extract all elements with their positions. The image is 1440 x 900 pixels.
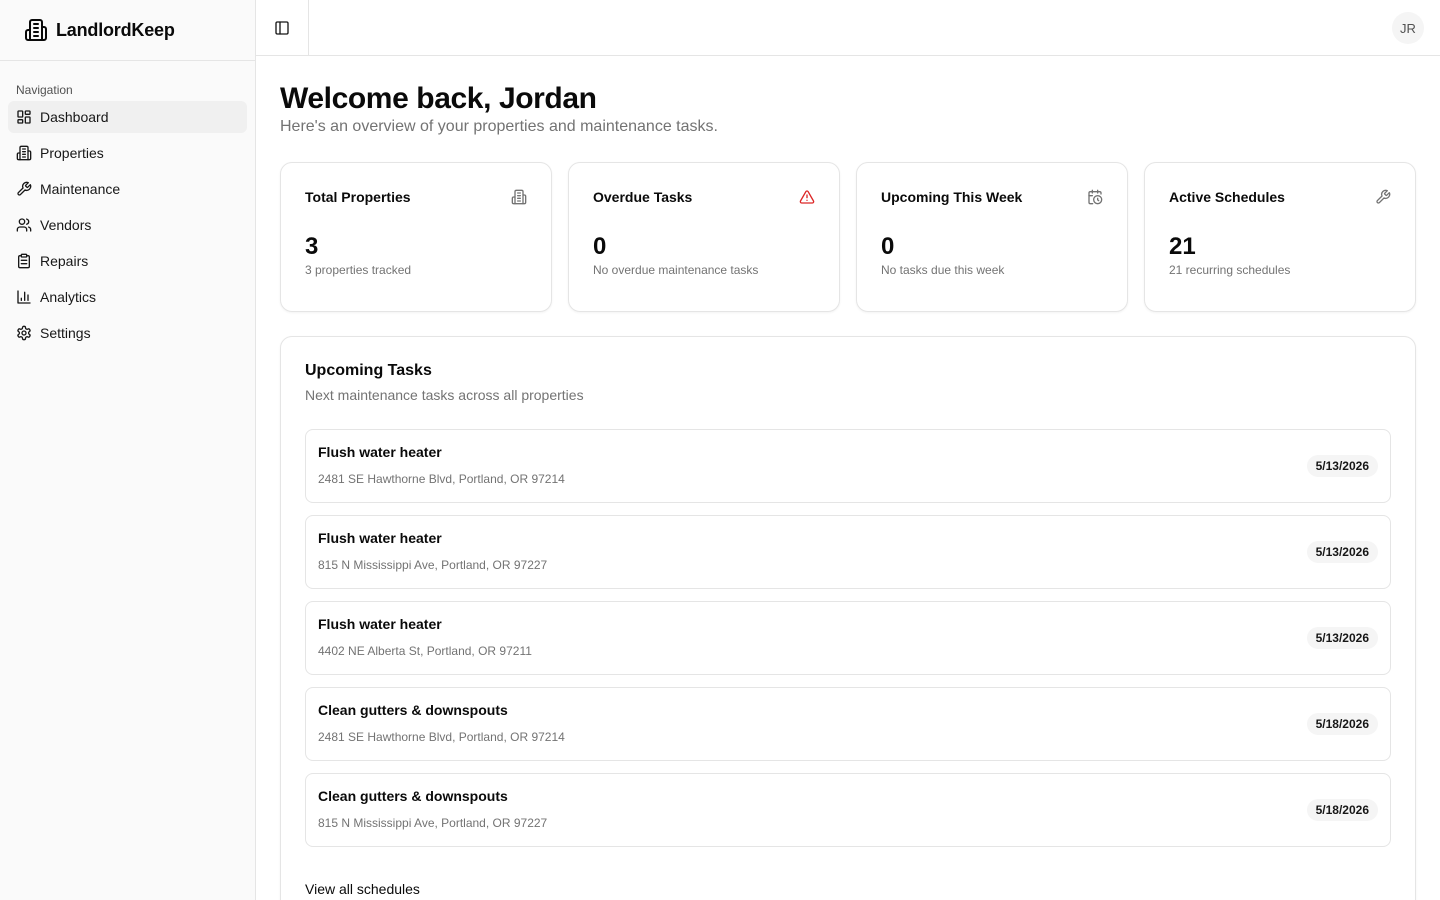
upcoming-tasks-subtitle: Next maintenance tasks across all proper…: [305, 387, 584, 403]
stat-card-total-properties: Total Properties 3 3 properties tracked: [280, 162, 552, 312]
sidebar-item-repairs[interactable]: Repairs: [8, 245, 247, 277]
task-address: 2481 SE Hawthorne Blvd, Portland, OR 972…: [318, 472, 565, 486]
users-icon: [16, 217, 32, 233]
stat-title: Overdue Tasks: [593, 189, 693, 205]
task-name: Flush water heater: [318, 444, 442, 460]
stat-value: 21: [1169, 233, 1196, 260]
sidebar-item-label: Maintenance: [40, 181, 121, 197]
stat-title: Active Schedules: [1169, 189, 1285, 205]
brand[interactable]: LandlordKeep: [0, 0, 255, 61]
task-list: Flush water heater 2481 SE Hawthorne Blv…: [305, 429, 1391, 847]
task-item[interactable]: Flush water heater 4402 NE Alberta St, P…: [305, 601, 1391, 675]
task-name: Clean gutters & downspouts: [318, 788, 508, 804]
stat-description: 21 recurring schedules: [1169, 263, 1291, 277]
sidebar-nav: Dashboard Properties Maintenance Vendors…: [0, 101, 255, 349]
sidebar-item-label: Settings: [40, 325, 91, 341]
task-name: Flush water heater: [318, 530, 442, 546]
upcoming-tasks-card: Upcoming Tasks Next maintenance tasks ac…: [280, 336, 1416, 900]
top-bar: JR: [256, 0, 1440, 56]
task-address: 815 N Mississippi Ave, Portland, OR 9722…: [318, 558, 548, 572]
task-address: 2481 SE Hawthorne Blvd, Portland, OR 972…: [318, 730, 565, 744]
stat-title: Upcoming This Week: [881, 189, 1023, 205]
task-item[interactable]: Clean gutters & downspouts 2481 SE Hawth…: [305, 687, 1391, 761]
page-subtitle: Here's an overview of your properties an…: [280, 118, 718, 135]
task-name: Clean gutters & downspouts: [318, 702, 508, 718]
building-icon: [16, 145, 32, 161]
task-date-badge: 5/18/2026: [1306, 799, 1378, 821]
sidebar: LandlordKeep Navigation Dashboard Proper…: [0, 0, 256, 900]
bar-chart-icon: [16, 289, 32, 305]
calendar-clock-icon: [1087, 189, 1103, 205]
stat-value: 0: [881, 233, 895, 260]
nav-group-label: Navigation: [16, 82, 73, 97]
stat-description: No tasks due this week: [881, 263, 1005, 277]
sidebar-toggle-button[interactable]: [256, 0, 309, 55]
task-item[interactable]: Clean gutters & downspouts 815 N Mississ…: [305, 773, 1391, 847]
sidebar-item-properties[interactable]: Properties: [8, 137, 247, 169]
app-name: LandlordKeep: [56, 19, 175, 40]
sidebar-item-label: Properties: [40, 145, 104, 161]
sidebar-item-analytics[interactable]: Analytics: [8, 281, 247, 313]
upcoming-tasks-title: Upcoming Tasks: [305, 362, 432, 379]
view-all-schedules-link[interactable]: View all schedules: [305, 881, 420, 897]
stat-value: 0: [593, 233, 607, 260]
wrench-icon: [16, 181, 32, 197]
page-title: Welcome back, Jordan: [280, 82, 597, 115]
building-icon: [24, 18, 48, 42]
sidebar-item-vendors[interactable]: Vendors: [8, 209, 247, 241]
task-date-badge: 5/18/2026: [1306, 713, 1378, 735]
stat-card-active-schedules: Active Schedules 21 21 recurring schedul…: [1144, 162, 1416, 312]
sidebar-item-settings[interactable]: Settings: [8, 317, 247, 349]
task-date-badge: 5/13/2026: [1306, 541, 1378, 563]
task-item[interactable]: Flush water heater 815 N Mississippi Ave…: [305, 515, 1391, 589]
task-date-badge: 5/13/2026: [1306, 627, 1378, 649]
dashboard-icon: [16, 109, 32, 125]
stat-value: 3: [305, 233, 319, 260]
stat-title: Total Properties: [305, 189, 411, 205]
stat-description: No overdue maintenance tasks: [593, 263, 759, 277]
sidebar-item-maintenance[interactable]: Maintenance: [8, 173, 247, 205]
sidebar-item-label: Analytics: [40, 289, 97, 305]
sidebar-item-dashboard[interactable]: Dashboard: [8, 101, 247, 133]
task-item[interactable]: Flush water heater 2481 SE Hawthorne Blv…: [305, 429, 1391, 503]
task-address: 4402 NE Alberta St, Portland, OR 97211: [318, 644, 532, 658]
sidebar-item-label: Dashboard: [40, 109, 109, 125]
stat-card-overdue-tasks: Overdue Tasks 0 No overdue maintenance t…: [568, 162, 840, 312]
task-date-badge: 5/13/2026: [1306, 455, 1378, 477]
sidebar-item-label: Vendors: [40, 217, 92, 233]
avatar-initials: JR: [1400, 20, 1416, 36]
task-address: 815 N Mississippi Ave, Portland, OR 9722…: [318, 816, 548, 830]
building-icon: [511, 189, 527, 205]
stats-row: Total Properties 3 3 properties tracked …: [280, 162, 1416, 312]
main-content: Welcome back, Jordan Here's an overview …: [280, 56, 1416, 900]
stat-description: 3 properties tracked: [305, 263, 412, 277]
task-name: Flush water heater: [318, 616, 442, 632]
clipboard-icon: [16, 253, 32, 269]
avatar[interactable]: JR: [1392, 12, 1424, 44]
sidebar-item-label: Repairs: [40, 253, 89, 269]
alert-triangle-icon: [799, 189, 815, 205]
stat-card-upcoming-week: Upcoming This Week 0 No tasks due this w…: [856, 162, 1128, 312]
wrench-icon: [1375, 189, 1391, 205]
gear-icon: [16, 325, 32, 341]
panel-left-icon: [274, 20, 290, 36]
